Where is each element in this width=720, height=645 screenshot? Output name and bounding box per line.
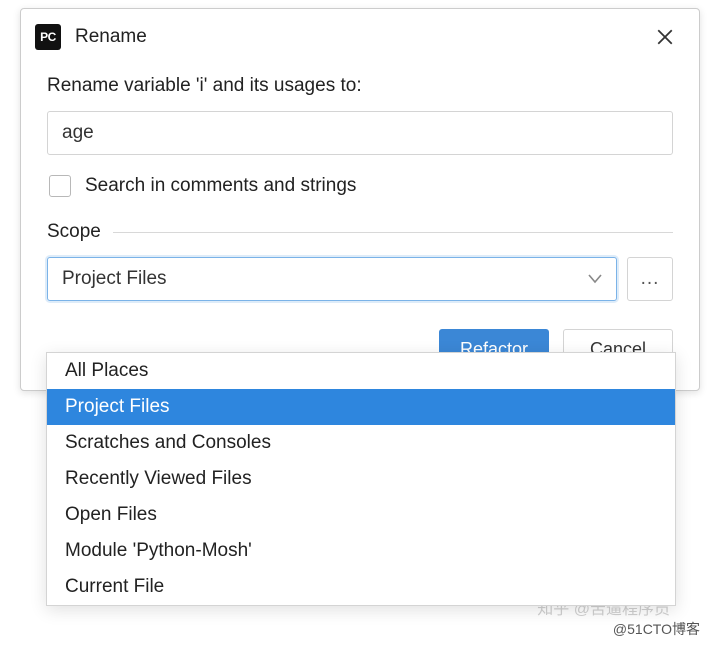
search-comments-checkbox[interactable] [49, 175, 71, 197]
scope-divider [113, 232, 673, 233]
watermark-51cto: @51CTO博客 [613, 619, 700, 639]
dialog-title: Rename [75, 26, 647, 48]
scope-dropdown[interactable]: Project Files [47, 257, 617, 301]
rename-prompt: Rename variable 'i' and its usages to: [47, 75, 673, 97]
scope-select-row: Project Files ... [47, 257, 673, 301]
scope-label: Scope [47, 221, 101, 243]
dialog-body: Rename variable 'i' and its usages to: S… [21, 61, 699, 390]
scope-option-scratches[interactable]: Scratches and Consoles [47, 425, 675, 461]
scope-header: Scope [47, 221, 673, 243]
new-name-input[interactable] [47, 111, 673, 155]
scope-more-button[interactable]: ... [627, 257, 673, 301]
search-comments-row: Search in comments and strings [47, 175, 673, 197]
close-icon [656, 28, 674, 46]
close-button[interactable] [647, 19, 683, 55]
scope-dropdown-popup: All Places Project Files Scratches and C… [46, 352, 676, 606]
titlebar: PC Rename [21, 9, 699, 61]
scope-option-module[interactable]: Module 'Python-Mosh' [47, 533, 675, 569]
scope-option-current-file[interactable]: Current File [47, 569, 675, 605]
rename-dialog: PC Rename Rename variable 'i' and its us… [20, 8, 700, 391]
chevron-down-icon [588, 268, 602, 290]
scope-dropdown-value: Project Files [62, 268, 167, 290]
scope-option-recently-viewed[interactable]: Recently Viewed Files [47, 461, 675, 497]
scope-option-open-files[interactable]: Open Files [47, 497, 675, 533]
search-comments-label: Search in comments and strings [85, 175, 356, 197]
scope-option-all-places[interactable]: All Places [47, 353, 675, 389]
pycharm-icon: PC [35, 24, 61, 50]
scope-option-project-files[interactable]: Project Files [47, 389, 675, 425]
